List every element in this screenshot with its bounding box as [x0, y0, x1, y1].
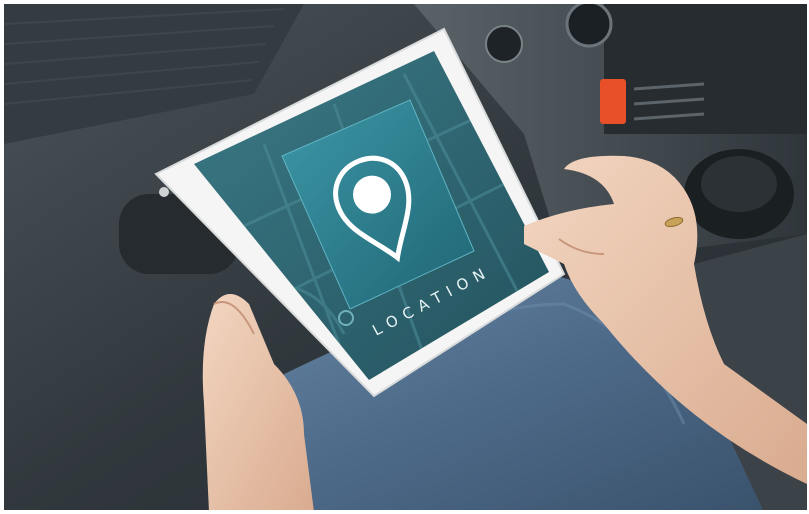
- radio-unit: [604, 4, 807, 134]
- home-button: [159, 187, 169, 197]
- photo: LOCATION: [0, 0, 809, 514]
- knob: [485, 25, 523, 63]
- gear-shifter-top: [701, 156, 777, 212]
- hazard-button: [600, 79, 626, 124]
- knob: [565, 4, 613, 48]
- car-scene: LOCATION: [4, 4, 807, 510]
